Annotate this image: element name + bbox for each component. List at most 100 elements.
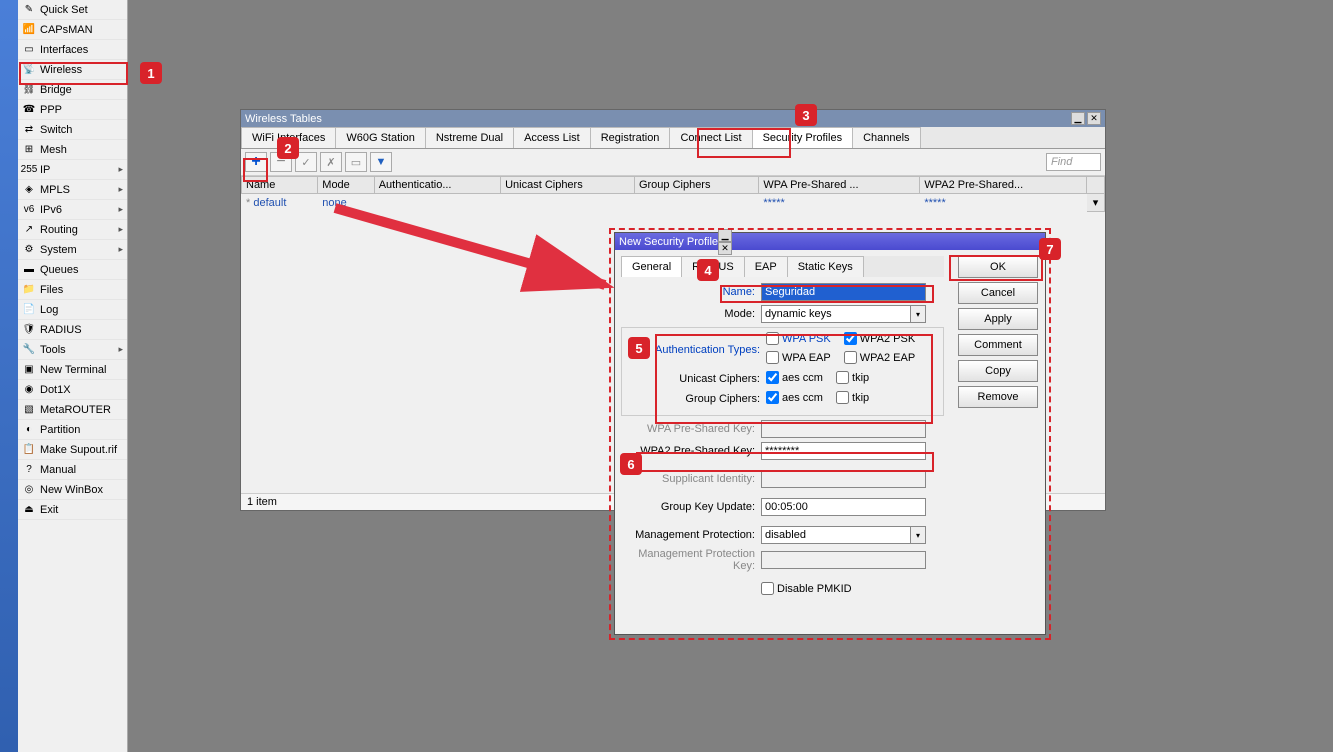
tkip-checkbox[interactable]: tkip [836,371,869,384]
column-header[interactable]: WPA Pre-Shared ... [759,177,920,194]
sidebar-label: Switch [40,124,72,136]
sidebar-item-mesh[interactable]: ⊞Mesh [18,140,127,160]
menu-icon: 🛡 [22,323,36,337]
mode-select[interactable] [761,305,910,323]
badge-4: 4 [697,259,719,281]
sidebar-item-routing[interactable]: ↗Routing▸ [18,220,127,240]
sidebar-item-dot1x[interactable]: ◉Dot1X [18,380,127,400]
dialog-titlebar[interactable]: New Security Profile ▁ ✕ [615,233,1045,250]
filter-button[interactable]: ▼ [370,152,392,172]
sidebar-label: PPP [40,104,62,116]
sidebar-item-partition[interactable]: ◐Partition [18,420,127,440]
comment-button[interactable]: Comment [958,334,1038,356]
mode-cell: none [318,194,374,212]
sidebar-item-log[interactable]: 📄Log [18,300,127,320]
apply-button[interactable]: Apply [958,308,1038,330]
wpa2-psk-checkbox[interactable]: WPA2 PSK [844,332,915,345]
add-button[interactable]: + [245,152,267,172]
sidebar-label: Manual [40,464,76,476]
sidebar-item-ppp[interactable]: ☎PPP [18,100,127,120]
disable-button[interactable]: ✗ [320,152,342,172]
badge-1: 1 [140,62,162,84]
tab-connect-list[interactable]: Connect List [669,127,752,148]
mgmt-protection-key-input[interactable] [761,551,926,569]
wpa-key-label: WPA Pre-Shared Key: [621,423,761,435]
table-row[interactable]: * default none ***** ***** ▾ [242,194,1105,212]
mgmt-protection-dropdown-button[interactable]: ▾ [910,526,926,544]
wireless-tabs: WiFi InterfacesW60G StationNstreme DualA… [241,127,1105,149]
comment-button[interactable]: ▭ [345,152,367,172]
sidebar-item-wireless[interactable]: 📡Wireless [18,60,127,80]
sidebar-item-radius[interactable]: 🛡RADIUS [18,320,127,340]
sidebar-label: Routing [40,224,78,236]
sidebar-item-ipv6[interactable]: v6IPv6▸ [18,200,127,220]
tab-nstreme-dual[interactable]: Nstreme Dual [425,127,514,148]
aes-ccm-group-checkbox[interactable]: aes ccm [766,391,823,404]
minimize-button[interactable]: ▁ [1071,112,1085,125]
supplicant-input[interactable] [761,470,926,488]
column-header[interactable]: Name [242,177,318,194]
tab-w60g-station[interactable]: W60G Station [335,127,425,148]
main-sidebar: ✎Quick Set📶CAPsMAN▭Interfaces📡Wireless⛓B… [18,0,128,752]
sidebar-item-make-supout.rif[interactable]: 📋Make Supout.rif [18,440,127,460]
sidebar-item-system[interactable]: ⚙System▸ [18,240,127,260]
sidebar-item-tools[interactable]: 🔧Tools▸ [18,340,127,360]
window-titlebar[interactable]: Wireless Tables ▁ ✕ [241,110,1105,127]
wpa2-eap-checkbox[interactable]: WPA2 EAP [844,351,915,364]
minimize-button[interactable]: ▁ [718,229,732,242]
sidebar-item-metarouter[interactable]: ▧MetaROUTER [18,400,127,420]
tab-channels[interactable]: Channels [852,127,920,148]
column-header[interactable]: Authenticatio... [374,177,500,194]
sidebar-item-switch[interactable]: ⇄Switch [18,120,127,140]
app-title: RouterOS WinBox [0,636,2,742]
wpa2-key-input[interactable] [761,442,926,460]
submenu-arrow-icon: ▸ [118,244,123,255]
close-button[interactable]: ✕ [1087,112,1101,125]
sidebar-item-quick-set[interactable]: ✎Quick Set [18,0,127,20]
sidebar-item-new-terminal[interactable]: ▣New Terminal [18,360,127,380]
column-header[interactable]: Mode [318,177,374,194]
menu-icon: 🔧 [22,343,36,357]
tab-access-list[interactable]: Access List [513,127,591,148]
menu-icon: ? [22,463,36,477]
cancel-button[interactable]: Cancel [958,282,1038,304]
sidebar-item-capsman[interactable]: 📶CAPsMAN [18,20,127,40]
dlg-tab-eap[interactable]: EAP [744,256,788,277]
sidebar-item-manual[interactable]: ? Manual [18,460,127,480]
wpa-psk-checkbox[interactable]: WPA PSK [766,332,831,345]
sidebar-item-queues[interactable]: ▬Queues [18,260,127,280]
column-header[interactable]: Unicast Ciphers [501,177,635,194]
dlg-tab-general[interactable]: General [621,256,682,277]
tab-security-profiles[interactable]: Security Profiles [752,127,853,148]
copy-button[interactable]: Copy [958,360,1038,382]
remove-button[interactable]: Remove [958,386,1038,408]
sidebar-item-files[interactable]: 📁Files [18,280,127,300]
sidebar-item-ip[interactable]: 255IP▸ [18,160,127,180]
group-ciphers-label: Group Ciphers: [626,393,766,405]
mode-dropdown-button[interactable]: ▾ [910,305,926,323]
menu-icon: ⏏ [22,503,36,517]
mgmt-protection-select[interactable] [761,526,910,544]
sidebar-item-mpls[interactable]: ◈MPLS▸ [18,180,127,200]
menu-icon: ↗ [22,223,36,237]
aes-ccm-checkbox[interactable]: aes ccm [766,371,823,384]
wpa-eap-checkbox[interactable]: WPA EAP [766,351,831,364]
sidebar-item-interfaces[interactable]: ▭Interfaces [18,40,127,60]
name-input[interactable] [761,283,926,301]
find-input[interactable]: Find [1046,153,1101,171]
sidebar-item-bridge[interactable]: ⛓Bridge [18,80,127,100]
sidebar-item-exit[interactable]: ⏏Exit [18,500,127,520]
tkip-group-checkbox[interactable]: tkip [836,391,869,404]
disable-pmkid-checkbox[interactable]: Disable PMKID [761,582,852,595]
wpa-key-input[interactable] [761,420,926,438]
group-key-update-input[interactable] [761,498,926,516]
menu-icon: v6 [22,203,36,217]
dlg-tab-static-keys[interactable]: Static Keys [787,256,864,277]
ok-button[interactable]: OK [958,256,1038,278]
sidebar-item-new-winbox[interactable]: ◎New WinBox [18,480,127,500]
column-header[interactable]: Group Ciphers [634,177,758,194]
auth-group: Authentication Types: WPA PSK WPA2 PSK W… [621,327,944,416]
sidebar-label: Quick Set [40,4,88,16]
tab-registration[interactable]: Registration [590,127,671,148]
column-header[interactable]: WPA2 Pre-Shared... [920,177,1087,194]
